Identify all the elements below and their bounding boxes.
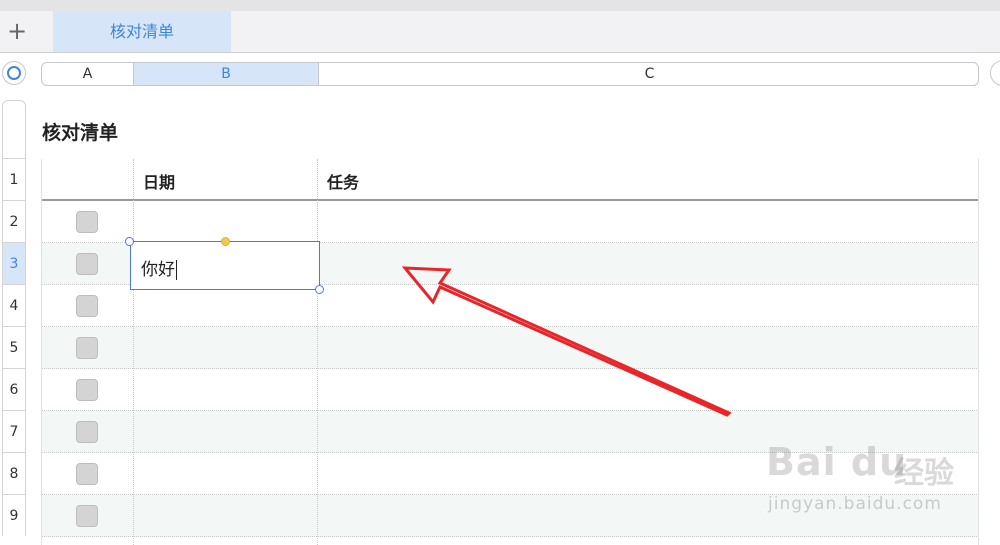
row-checkbox[interactable] (76, 505, 98, 527)
select-table-button[interactable] (2, 61, 26, 85)
fill-handle[interactable] (221, 237, 230, 246)
column-header-b[interactable]: B (134, 63, 318, 85)
text-caret (176, 260, 177, 280)
plus-icon: + (6, 17, 28, 45)
table-row[interactable] (41, 285, 979, 327)
row-header-8[interactable]: 8 (2, 452, 26, 494)
row-checkbox[interactable] (76, 253, 98, 275)
row-checkbox[interactable] (76, 295, 98, 317)
row-header-7[interactable]: 7 (2, 410, 26, 452)
table-row[interactable] (41, 369, 979, 411)
row-header-5[interactable]: 5 (2, 326, 26, 368)
row-header-4[interactable]: 4 (2, 284, 26, 326)
column-header-a[interactable]: A (42, 63, 133, 85)
sheet-tab-checklist[interactable]: 核对清单 (53, 11, 231, 52)
header-row: 日期 任务 (41, 159, 979, 201)
grid-line (133, 159, 134, 545)
column-header-bar: A B C (0, 53, 1000, 95)
add-column-handle[interactable] (990, 60, 1000, 86)
row-checkbox[interactable] (76, 379, 98, 401)
row-checkbox[interactable] (76, 337, 98, 359)
watermark-text: 经验 (894, 456, 954, 491)
row-header-1[interactable]: 1 (2, 158, 26, 200)
cell-input-text[interactable]: 你好 (141, 255, 177, 280)
row-checkbox[interactable] (76, 463, 98, 485)
row-header-2[interactable]: 2 (2, 200, 26, 242)
watermark-url: jingyan.baidu.com (768, 494, 942, 514)
row-checkbox[interactable] (76, 421, 98, 443)
selection-handle-top-left[interactable] (125, 237, 134, 246)
watermark-logo: Bai du (766, 440, 908, 484)
grid-line (317, 159, 318, 545)
baidu-watermark: Bai du 经验 jingyan.baidu.com (766, 430, 986, 530)
row-checkbox[interactable] (76, 211, 98, 233)
add-sheet-button[interactable]: + (6, 17, 28, 45)
header-cell-date[interactable]: 日期 (143, 169, 175, 193)
table-row[interactable] (41, 201, 979, 243)
sheet-tab-bar: + 核对清单 (0, 11, 1000, 53)
row-header-9[interactable]: 9 (2, 494, 26, 536)
grid-line (41, 159, 42, 545)
header-cell-task[interactable]: 任务 (327, 169, 359, 193)
row-header-top (2, 100, 26, 158)
editing-cell-b3[interactable]: 你好 (130, 241, 320, 290)
column-header-c[interactable]: C (319, 63, 978, 85)
row-header-3[interactable]: 3 (2, 242, 26, 284)
row-header-6[interactable]: 6 (2, 368, 26, 410)
circle-icon (7, 66, 21, 80)
table-row[interactable] (41, 327, 979, 369)
table-title[interactable]: 核对清单 (42, 118, 118, 145)
selection-handle-bottom-right[interactable] (315, 285, 324, 294)
column-headers: A B C (41, 62, 979, 86)
